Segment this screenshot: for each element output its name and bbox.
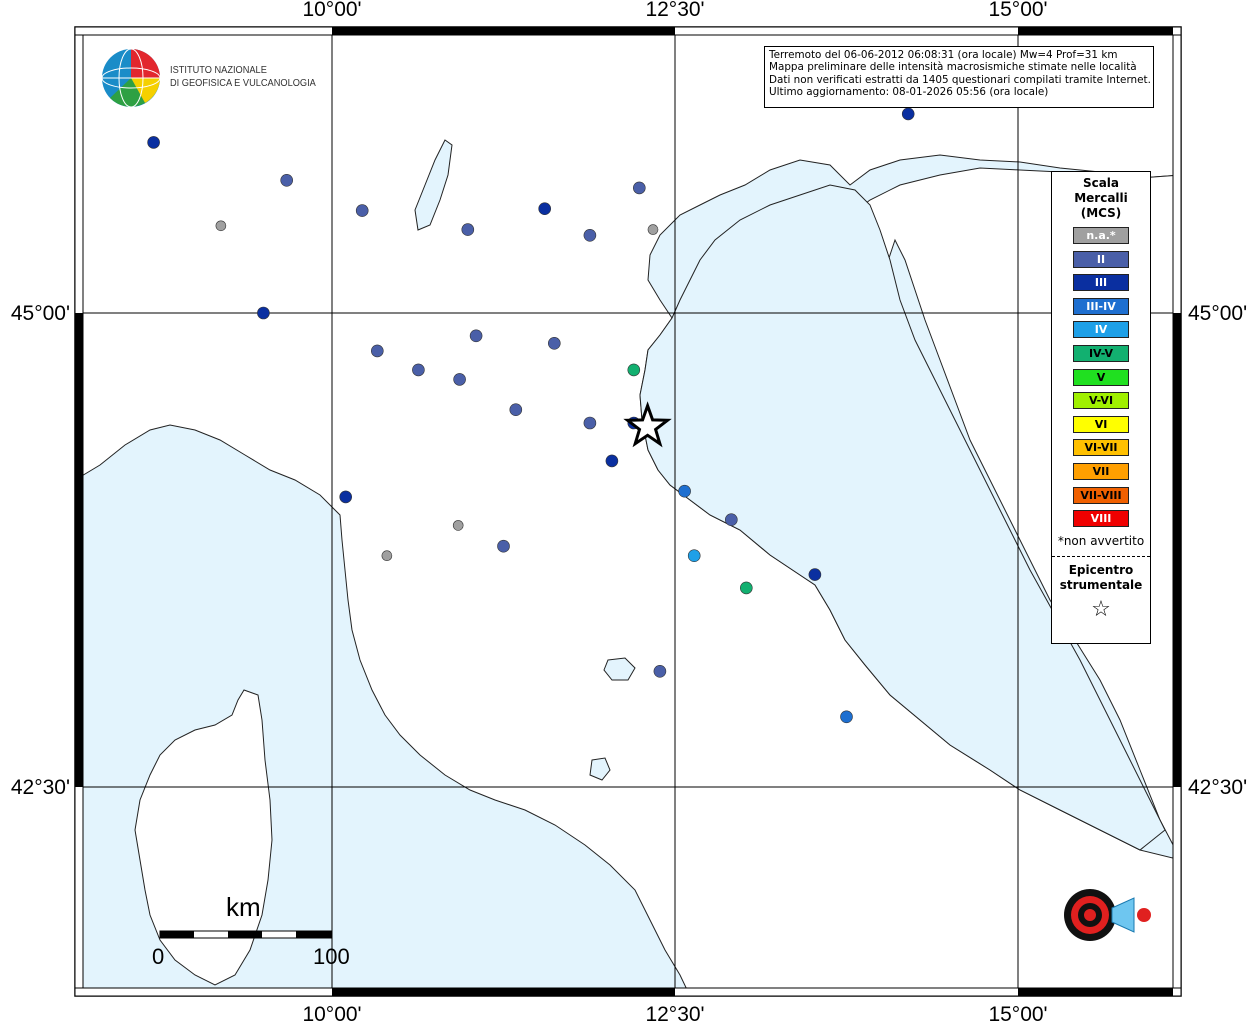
location-marker [147,136,160,149]
ingv-name: ISTITUTO NAZIONALE DI GEOFISICA E VULCAN… [170,64,316,90]
location-marker [215,220,227,232]
location-marker [509,403,523,417]
scalebar-start: 0 [152,944,165,969]
location-marker [901,107,915,121]
legend-swatch-10: VII [1073,462,1129,480]
location-marker [497,539,510,553]
ingv-name-line2: DI GEOFISICA E VULCANOLOGIA [170,77,316,89]
hai-sentito-logo[interactable] [1030,860,1160,980]
legend-swatch-1: II [1073,250,1129,268]
globe-icon [101,48,161,108]
location-marker [583,229,597,242]
lon-label-top-3: 15°00' [988,0,1047,21]
legend-swatch-9: VI-VII [1073,439,1129,457]
location-marker [605,454,619,468]
legend-separator [1052,555,1150,557]
event-info-line2: Mappa preliminare delle intensità macros… [769,61,1137,74]
legend-swatch-11: VII-VIII [1073,486,1129,504]
ingv-name-line1: ISTITUTO NAZIONALE [170,64,267,76]
location-marker [370,344,384,358]
location-marker [381,550,393,562]
scalebar-unit: km [226,892,261,922]
location-marker [547,336,561,350]
lon-label-bottom-1: 10°00' [302,1003,361,1024]
legend-epicenter-line1: Epicentro [1068,562,1134,577]
location-marker [355,204,369,217]
location-marker [678,484,691,498]
location-marker [257,306,270,320]
legend-epicenter-label: Epicentro strumentale [1052,563,1150,593]
legend-swatch-0: n.a.* [1073,227,1129,244]
location-marker [627,363,641,377]
scalebar-end: 100 [313,944,350,969]
location-marker [647,224,659,235]
lat-label-right-2: 42°30' [1188,776,1247,799]
location-marker [339,490,353,504]
location-marker [583,416,597,430]
event-info-box: Terremoto del 06-06-2012 06:08:31 (ora l… [764,46,1154,108]
lat-label-right-1: 45°00' [1188,302,1247,325]
event-info-line4: Ultimo aggiornamento: 08-01-2026 05:56 (… [769,86,1049,99]
legend-swatch-7: V-VI [1073,392,1129,410]
legend-items: n.a.* II III III-IV IV IV-V V V-VI VI VI-VII VII VI… [1052,227,1150,528]
legend-swatch-6: V [1073,368,1129,386]
location-marker [653,664,667,678]
location-marker [632,181,646,195]
location-marker [453,373,466,386]
location-marker [840,710,853,724]
location-marker [739,581,753,595]
location-marker [538,202,552,215]
legend-swatch-4: IV [1073,321,1129,339]
legend-note: *non avvertito [1057,533,1145,548]
lon-label-bottom-2: 12°30' [645,1003,704,1024]
legend-star-icon: ☆ [1091,596,1111,622]
location-marker [461,223,475,236]
legend-swatch-8: VI [1073,415,1129,433]
lat-label-left-2: 42°30' [11,776,70,799]
mcs-legend: Scala Mercalli (MCS) n.a.* II III III-IV IV I… [1051,171,1151,644]
event-info-line3: Dati non verificati estratti da 1405 que… [769,73,1151,86]
event-info-line1: Terremoto del 06-06-2012 06:08:31 (ora l… [769,49,1118,61]
location-marker [412,363,425,377]
legend-swatch-12: VIII [1073,510,1129,528]
scale-bar [159,930,333,939]
legend-title-line1: Scala [1082,176,1120,190]
lon-label-bottom-3: 15°00' [988,1003,1047,1024]
location-marker [280,174,294,187]
location-marker [452,520,464,531]
legend-swatch-3: III-IV [1073,297,1129,315]
lat-label-left-1: 45°00' [11,302,70,325]
location-marker [724,513,738,527]
legend-title-line3: (MCS) [1080,206,1122,220]
legend-swatch-2: III [1073,274,1129,292]
location-marker [808,568,822,581]
legend-title: Scala Mercalli (MCS) [1052,176,1150,221]
legend-swatch-5: IV-V [1073,344,1129,362]
legend-title-line2: Mercalli [1074,191,1128,205]
lon-label-top-2: 12°30' [645,0,704,21]
hai-sentito-target-icon [1064,889,1151,941]
location-marker [687,549,701,563]
location-marker [469,329,483,343]
lon-label-top-1: 10°00' [302,0,361,21]
legend-epicenter-line2: strumentale [1059,577,1143,592]
